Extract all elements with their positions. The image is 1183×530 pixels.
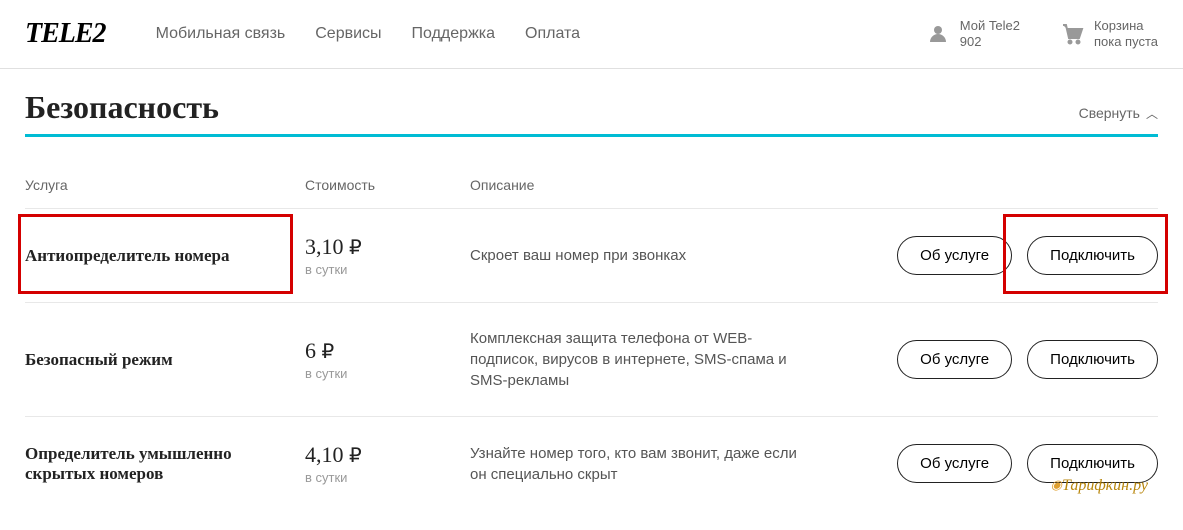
nav-support[interactable]: Поддержка (412, 25, 495, 43)
connect-button[interactable]: Подключить (1027, 236, 1158, 275)
price-period: в сутки (305, 470, 470, 485)
price-value: 3,10 (305, 234, 344, 259)
cart-icon (1060, 22, 1084, 46)
service-name: Безопасный режим (25, 350, 305, 370)
nav-payment[interactable]: Оплата (525, 25, 580, 43)
connect-button[interactable]: Подключить (1027, 340, 1158, 379)
col-name: Услуга (25, 177, 305, 193)
price-value: 4,10 (305, 442, 344, 467)
person-icon (926, 22, 950, 46)
profile-link[interactable]: Мой Tele2 902 (926, 18, 1020, 49)
service-row: Безопасный режим 6 ₽ в сутки Комплексная… (25, 302, 1158, 416)
about-button[interactable]: Об услуге (897, 444, 1012, 483)
collapse-button[interactable]: Свернуть ︿ (1079, 105, 1158, 122)
price-period: в сутки (305, 262, 470, 277)
service-name: Определитель умышленно скрытых номеров (25, 444, 305, 484)
cart-label: Корзина (1094, 18, 1158, 34)
wifi-icon: ◉ (1051, 477, 1062, 492)
price-value: 6 (305, 338, 316, 363)
logo[interactable]: TELE2 (25, 18, 106, 50)
service-desc: Комплексная защита телефона от WEB-подпи… (470, 328, 833, 391)
service-row: Антиопределитель номера 3,10 ₽ в сутки С… (25, 208, 1158, 302)
collapse-label: Свернуть (1079, 105, 1140, 121)
main-nav: Мобильная связь Сервисы Поддержка Оплата (156, 25, 926, 43)
service-name: Антиопределитель номера (25, 246, 305, 266)
nav-mobile[interactable]: Мобильная связь (156, 25, 286, 43)
service-row: Определитель умышленно скрытых номеров 4… (25, 416, 1158, 510)
currency: ₽ (349, 445, 362, 467)
table-header: Услуга Стоимость Описание (25, 167, 1158, 208)
currency: ₽ (322, 341, 335, 363)
currency: ₽ (349, 237, 362, 259)
watermark: ◉Тарифкин.ру (1051, 477, 1148, 495)
about-button[interactable]: Об услуге (897, 236, 1012, 275)
profile-sub: 902 (960, 34, 1020, 50)
service-desc: Узнайте номер того, кто вам звонит, даже… (470, 443, 833, 485)
service-desc: Скроет ваш номер при звонках (470, 245, 833, 266)
cart-sub: пока пуста (1094, 34, 1158, 50)
col-desc: Описание (470, 177, 833, 193)
cart-link[interactable]: Корзина пока пуста (1060, 18, 1158, 49)
about-button[interactable]: Об услуге (897, 340, 1012, 379)
section-title: Безопасность (25, 89, 219, 126)
profile-label: Мой Tele2 (960, 18, 1020, 34)
nav-services[interactable]: Сервисы (315, 25, 381, 43)
price-period: в сутки (305, 366, 470, 381)
col-price: Стоимость (305, 177, 470, 193)
chevron-up-icon: ︿ (1146, 105, 1158, 122)
